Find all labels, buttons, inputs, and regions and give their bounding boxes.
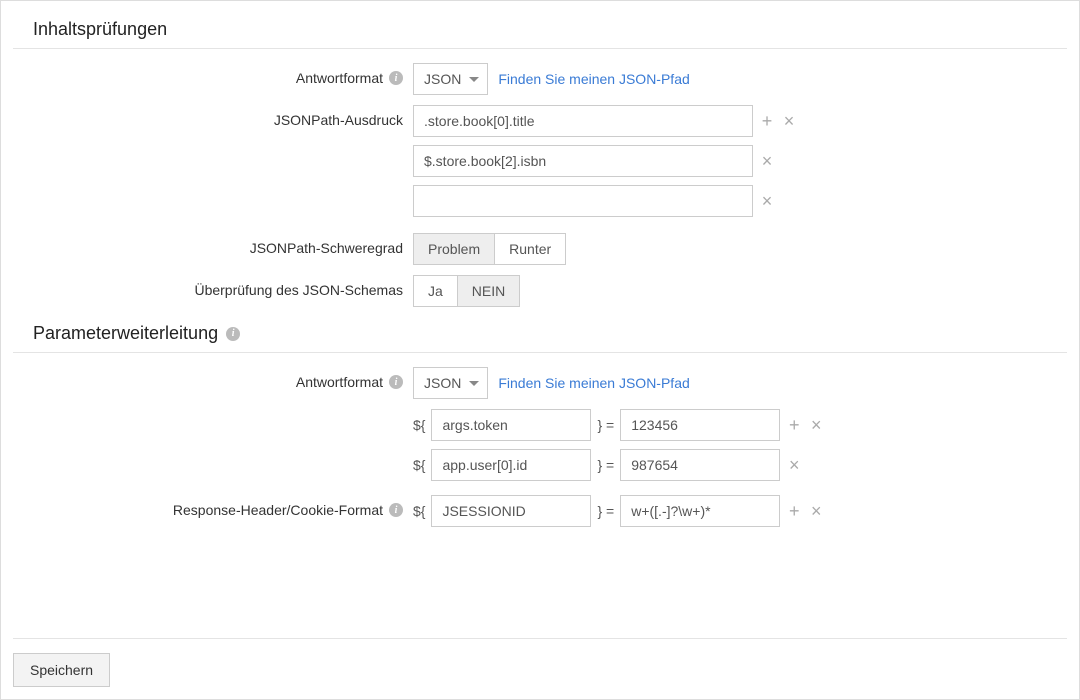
close-icon[interactable]: × [786, 455, 802, 476]
label-schema-check: Überprüfung des JSON-Schemas [13, 275, 413, 298]
section-title-text: Inhaltsprüfungen [33, 19, 167, 40]
jsonpath-severity-toggle[interactable]: Problem Runter [413, 233, 566, 265]
info-icon[interactable]: i [389, 375, 403, 389]
close-icon[interactable]: × [808, 415, 824, 436]
save-button[interactable]: Speichern [13, 653, 110, 687]
close-icon[interactable]: × [759, 191, 775, 212]
param-value-input[interactable] [620, 409, 780, 441]
section-title-text: Parameterweiterleitung [33, 323, 218, 344]
label-response-format-1: Antwortformat i [13, 63, 413, 86]
header-value-input[interactable] [620, 495, 780, 527]
severity-option-down[interactable]: Runter [494, 234, 565, 264]
find-json-path-link-1[interactable]: Finden Sie meinen JSON-Pfad [498, 71, 689, 87]
response-format-select-2[interactable]: JSON [413, 367, 488, 399]
plus-icon[interactable]: + [786, 501, 802, 522]
label-header-cookie-format: Response-Header/Cookie-Format i [13, 495, 413, 518]
info-icon[interactable]: i [389, 71, 403, 85]
close-icon[interactable]: × [781, 111, 797, 132]
param-value-input[interactable] [620, 449, 780, 481]
suffix-eq-text: } = [597, 457, 614, 473]
param-key-input[interactable] [431, 409, 591, 441]
label-jsonpath-severity: JSONPath-Schweregrad [13, 233, 413, 256]
chevron-down-icon [469, 381, 479, 386]
param-key-input[interactable] [431, 449, 591, 481]
schema-check-toggle[interactable]: Ja NEIN [413, 275, 520, 307]
chevron-down-icon [469, 77, 479, 82]
suffix-eq-text: } = [597, 417, 614, 433]
prefix-text: ${ [413, 417, 425, 433]
find-json-path-link-2[interactable]: Finden Sie meinen JSON-Pfad [498, 375, 689, 391]
jsonpath-input[interactable] [413, 185, 753, 217]
label-response-format-2: Antwortformat i [13, 367, 413, 390]
info-icon[interactable]: i [389, 503, 403, 517]
response-format-select-1[interactable]: JSON [413, 63, 488, 95]
jsonpath-input[interactable] [413, 145, 753, 177]
form-footer: Speichern [13, 638, 1067, 687]
close-icon[interactable]: × [808, 501, 824, 522]
plus-icon[interactable]: + [759, 111, 775, 132]
suffix-eq-text: } = [597, 503, 614, 519]
prefix-text: ${ [413, 457, 425, 473]
header-key-input[interactable] [431, 495, 591, 527]
schema-option-no[interactable]: NEIN [457, 276, 519, 306]
section-parameter-forwarding-title: Parameterweiterleitung i [13, 317, 1067, 353]
label-jsonpath-expression: JSONPath-Ausdruck [13, 105, 413, 128]
settings-form: Inhaltsprüfungen Antwortformat i JSON Fi… [0, 0, 1080, 700]
severity-option-problem[interactable]: Problem [414, 234, 494, 264]
schema-option-yes[interactable]: Ja [414, 276, 457, 306]
section-content-checks-title: Inhaltsprüfungen [13, 13, 1067, 49]
plus-icon[interactable]: + [786, 415, 802, 436]
prefix-text: ${ [413, 503, 425, 519]
jsonpath-input[interactable] [413, 105, 753, 137]
info-icon[interactable]: i [226, 327, 240, 341]
close-icon[interactable]: × [759, 151, 775, 172]
label-empty [13, 409, 413, 416]
